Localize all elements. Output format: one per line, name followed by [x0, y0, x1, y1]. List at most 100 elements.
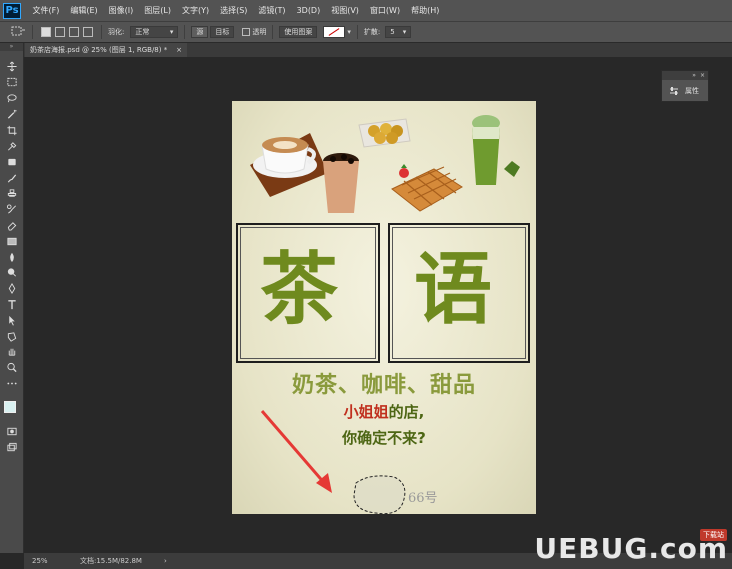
new-selection-icon[interactable]: [41, 27, 51, 37]
history-brush-button[interactable]: [5, 204, 19, 216]
zoom-tool-icon: [7, 363, 17, 373]
shape-tool-icon: [7, 331, 17, 342]
doc-info: 文档:15.5M/82.8M: [80, 557, 142, 565]
stamp-tool-icon: [7, 189, 17, 198]
more-tools-button[interactable]: [5, 377, 19, 389]
sliders-icon: [670, 86, 678, 95]
slogan-line-2-rest: 的店,: [388, 403, 425, 421]
toolbar-collapse-icon[interactable]: »: [0, 43, 23, 51]
slogan-line-1: 奶茶、咖啡、甜品: [291, 373, 476, 398]
screen-mode-button[interactable]: [5, 441, 19, 453]
close-icon[interactable]: ×: [176, 46, 182, 54]
patch-tool-preset-icon[interactable]: [10, 25, 26, 39]
options-bar: 羽化: 正常 ▾ 源 目标 透明 使用图案 ▾ 扩散: 5 ▾: [0, 21, 732, 43]
crop-tool-button[interactable]: [5, 124, 19, 136]
menu-view[interactable]: 视图(V): [326, 5, 365, 16]
gradient-tool-icon: [7, 237, 17, 245]
close-icon[interactable]: ×: [700, 72, 705, 79]
blur-tool-button[interactable]: [5, 251, 19, 263]
eraser-icon: [7, 221, 17, 231]
screen-mode-icon: [7, 442, 17, 451]
bubble-tea-image: [323, 153, 359, 213]
magic-wand-button[interactable]: [5, 108, 19, 120]
slogan-line-2-highlight: 小姐姐: [343, 403, 389, 421]
hand-tool-icon: [8, 349, 16, 356]
dodge-tool-icon: [7, 268, 16, 277]
marquee-tool-icon: [7, 77, 17, 86]
subtract-selection-icon[interactable]: [69, 27, 79, 37]
zoom-level[interactable]: 25%: [32, 557, 72, 565]
title-char-yu: 语: [414, 244, 493, 335]
eraser-button[interactable]: [5, 219, 19, 231]
history-brush-icon: [6, 204, 16, 214]
more-tools-icon: [7, 382, 17, 385]
path-select-button[interactable]: [5, 314, 19, 326]
properties-tab[interactable]: 属性: [662, 80, 708, 101]
add-selection-icon[interactable]: [55, 27, 65, 37]
collapse-icon[interactable]: »: [692, 72, 696, 79]
menu-filter[interactable]: 滤镜(T): [253, 5, 291, 16]
foreground-color[interactable]: [4, 401, 16, 414]
move-tool-button[interactable]: [5, 60, 19, 72]
properties-panel-header: » ×: [662, 71, 708, 80]
red-arrow-annotation: [260, 410, 332, 493]
menu-window[interactable]: 窗口(W): [364, 5, 405, 16]
shape-tool-button[interactable]: [5, 330, 19, 342]
chevron-down-icon[interactable]: ▾: [347, 28, 351, 36]
title-char-cha: 茶: [260, 244, 339, 335]
gradient-tool-button[interactable]: [5, 235, 19, 247]
chevron-down-icon: ▾: [169, 28, 174, 36]
hand-tool-button[interactable]: [5, 346, 19, 358]
lasso-tool-button[interactable]: [5, 92, 19, 104]
lasso-tool-icon: [7, 93, 17, 102]
eyedropper-button[interactable]: [5, 140, 19, 152]
source-label: 源: [196, 28, 204, 36]
source-button[interactable]: 源: [191, 26, 209, 38]
target-label: 目标: [215, 28, 230, 36]
type-tool-icon: [8, 300, 16, 309]
eyedropper-icon: [8, 141, 17, 150]
menu-3d[interactable]: 3D(D): [291, 6, 326, 15]
use-pattern-button[interactable]: 使用图案: [279, 26, 318, 38]
menu-image[interactable]: 图像(I): [103, 5, 139, 16]
mode-value: 正常: [135, 28, 150, 36]
menu-layer[interactable]: 图层(L): [139, 5, 177, 16]
photoshop-logo-icon: Ps: [3, 2, 21, 19]
document-tab[interactable]: 奶茶店海报.psd @ 25% (图层 1, RGB/8) * ×: [25, 43, 187, 57]
patch-tool-button[interactable]: [5, 156, 19, 168]
use-pattern-label: 使用图案: [284, 28, 313, 36]
feather-label: 羽化:: [108, 28, 125, 36]
egg-snack-image: [358, 118, 411, 148]
pen-tool-button[interactable]: [5, 283, 19, 295]
properties-panel: » × 属性: [661, 70, 709, 102]
target-button[interactable]: 目标: [210, 26, 235, 38]
stamp-tool-button[interactable]: [5, 188, 19, 200]
transparent-checkbox[interactable]: [242, 28, 251, 36]
menu-type[interactable]: 文字(Y): [176, 5, 214, 16]
number-label: 66号: [408, 491, 438, 506]
diffusion-input[interactable]: 5 ▾: [385, 26, 412, 38]
magic-wand-icon: [7, 109, 17, 119]
menu-bar: Ps 文件(F) 编辑(E) 图像(I) 图层(L) 文字(Y) 选择(S) 滤…: [0, 0, 732, 21]
menu-help[interactable]: 帮助(H): [406, 5, 445, 16]
menu-file[interactable]: 文件(F): [27, 5, 65, 16]
zoom-tool-button[interactable]: [5, 362, 19, 374]
intersect-selection-icon[interactable]: [83, 27, 93, 37]
menu-select[interactable]: 选择(S): [215, 5, 253, 16]
type-tool-button[interactable]: [5, 298, 19, 310]
crop-tool-icon: [7, 125, 17, 135]
color-swatches[interactable]: [4, 401, 22, 420]
watermark-logo: UEBUG.com: [534, 532, 728, 565]
document-canvas[interactable]: 茶 语 奶茶、咖啡、甜品 小姐姐的店, 你确定不来? 66号: [232, 101, 536, 514]
marquee-tool-button[interactable]: [5, 76, 19, 88]
quick-mask-button[interactable]: [5, 425, 19, 437]
waffle-image: [391, 164, 463, 212]
pattern-picker[interactable]: [323, 26, 346, 38]
menu-edit[interactable]: 编辑(E): [65, 5, 103, 16]
marquee-selection: [353, 475, 406, 514]
dodge-tool-button[interactable]: [5, 267, 19, 279]
mode-select[interactable]: 正常 ▾: [130, 26, 179, 38]
brush-tool-button[interactable]: [5, 172, 19, 184]
blur-tool-icon: [10, 252, 14, 262]
status-menu-arrow[interactable]: ›: [164, 557, 167, 565]
